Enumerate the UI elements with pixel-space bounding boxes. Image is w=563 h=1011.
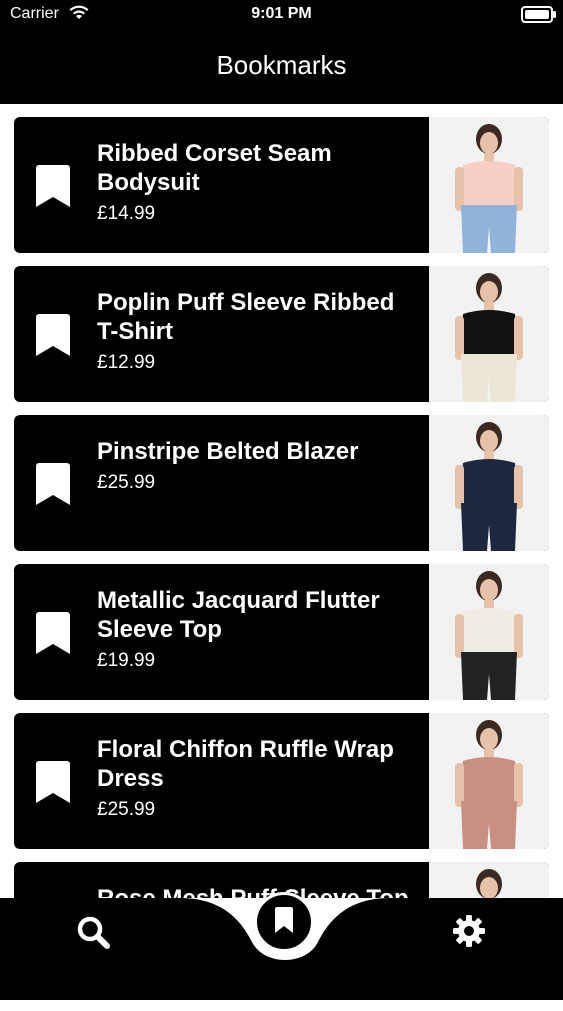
product-name: Floral Chiffon Ruffle Wrap Dress	[97, 736, 394, 792]
product-image	[429, 564, 549, 700]
item-text: Floral Chiffon Ruffle Wrap Dress £25.99	[97, 735, 422, 821]
product-image	[429, 266, 549, 402]
battery-icon	[521, 6, 556, 23]
product-image	[429, 415, 549, 551]
item-text: Poplin Puff Sleeve Ribbed T-Shirt £12.99	[97, 288, 422, 374]
page-title: Bookmarks	[216, 50, 347, 80]
bookmark-icon[interactable]	[36, 761, 70, 803]
clock-label: 9:01 PM	[251, 5, 312, 22]
item-text: Pinstripe Belted Blazer £25.99	[97, 437, 422, 494]
bookmark-icon[interactable]	[36, 165, 70, 207]
product-price: £12.99	[97, 352, 156, 373]
product-name: Ribbed Corset Seam Bodysuit	[97, 140, 332, 196]
bookmark-card[interactable]: Poplin Puff Sleeve Ribbed T-Shirt £12.99	[14, 266, 549, 402]
bookmark-icon[interactable]	[36, 612, 70, 654]
bookmark-icon[interactable]	[36, 463, 70, 505]
bookmarks-tab-button[interactable]	[254, 892, 314, 952]
product-price: £25.99	[97, 799, 156, 820]
product-price: £25.99	[97, 472, 156, 493]
bookmark-icon	[275, 907, 293, 933]
item-text: Metallic Jacquard Flutter Sleeve Top £19…	[97, 586, 422, 672]
product-price: £14.99	[97, 203, 156, 224]
bookmark-card[interactable]: Pinstripe Belted Blazer £25.99	[14, 415, 549, 551]
product-image	[429, 117, 549, 253]
product-name: Metallic Jacquard Flutter Sleeve Top	[97, 587, 380, 643]
product-name: Poplin Puff Sleeve Ribbed T-Shirt	[97, 289, 395, 345]
product-price: £19.99	[97, 650, 156, 671]
bookmark-list: Ribbed Corset Seam Bodysuit £14.99 Popli…	[14, 117, 549, 1011]
product-name: Pinstripe Belted Blazer	[97, 438, 359, 465]
bookmark-card[interactable]: Floral Chiffon Ruffle Wrap Dress £25.99	[14, 713, 549, 849]
item-text: Ribbed Corset Seam Bodysuit £14.99	[97, 139, 422, 225]
navigation-header: Carrier 9:01 PM Bookmarks	[0, 0, 563, 104]
gear-icon[interactable]	[452, 914, 486, 948]
product-image	[429, 713, 549, 849]
search-icon[interactable]	[75, 914, 111, 950]
bookmark-icon[interactable]	[36, 314, 70, 356]
bookmark-card[interactable]: Ribbed Corset Seam Bodysuit £14.99	[14, 117, 549, 253]
bookmark-card[interactable]: Metallic Jacquard Flutter Sleeve Top £19…	[14, 564, 549, 700]
